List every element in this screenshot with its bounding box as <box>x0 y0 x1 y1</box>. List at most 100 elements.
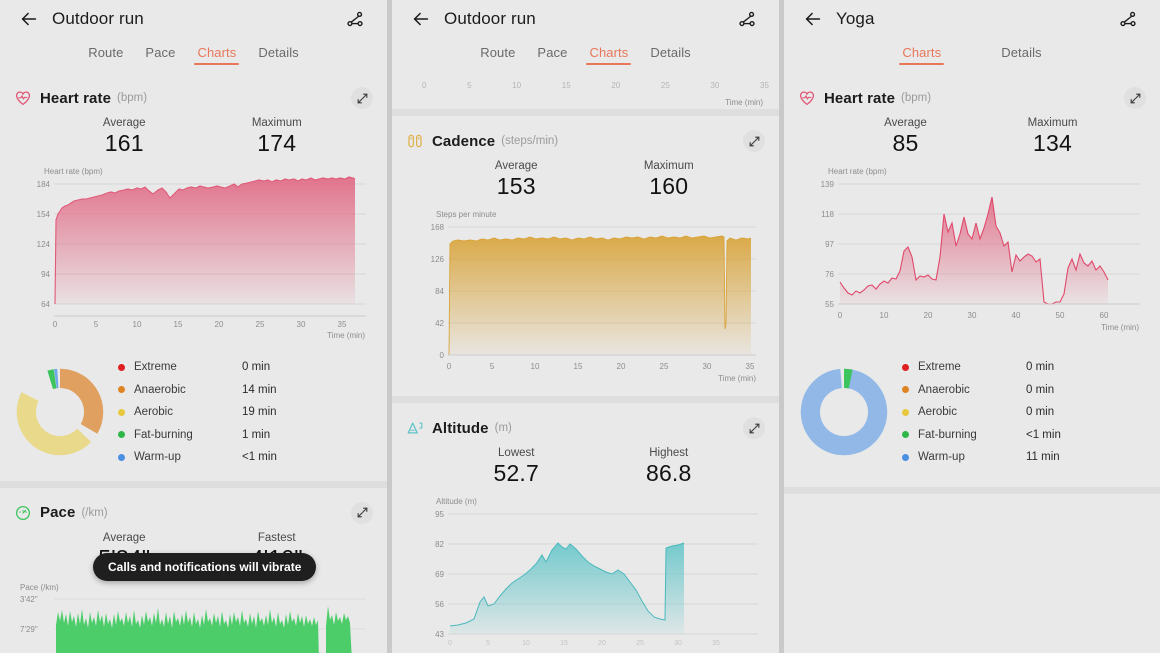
svg-text:35: 35 <box>712 640 720 647</box>
tab-bar[interactable]: Charts Details <box>784 45 1160 73</box>
cadence-footprints-icon <box>406 132 424 150</box>
expand-icon[interactable] <box>351 501 373 524</box>
pace-chart: Pace (/km) 3'42" 7'29" <box>14 582 373 653</box>
legend-row: Warm-up <1 min <box>118 446 379 469</box>
svg-text:84: 84 <box>435 287 444 296</box>
svg-text:35: 35 <box>746 362 755 371</box>
share-icon[interactable] <box>341 5 369 33</box>
altitude-mountain-icon <box>406 419 424 437</box>
expand-icon[interactable] <box>743 130 765 152</box>
expand-icon[interactable] <box>743 417 765 439</box>
page-title: Outdoor run <box>52 9 144 28</box>
tab-pace[interactable]: Pace <box>145 45 175 65</box>
tab-bar[interactable]: Route Pace Charts Details <box>392 45 779 73</box>
cadence-section: Cadence (steps/min) Average 153 Maximum … <box>392 124 779 394</box>
zone-value: 0 min <box>1026 406 1055 419</box>
tab-details[interactable]: Details <box>258 45 298 65</box>
cadence-chart: Steps per minute 168 126 84 42 0 0 5 10 … <box>406 210 765 394</box>
svg-text:124: 124 <box>37 240 51 249</box>
svg-text:15: 15 <box>560 640 568 647</box>
section-divider <box>784 486 1160 494</box>
zone-value: 19 min <box>242 406 277 419</box>
stat-highest: Highest 86.8 <box>593 447 746 487</box>
stat-label: Maximum <box>643 160 694 172</box>
svg-text:139: 139 <box>821 180 835 189</box>
tab-route[interactable]: Route <box>88 45 123 65</box>
stat-value: 161 <box>104 130 144 156</box>
cadence-header: Cadence (steps/min) <box>406 124 765 158</box>
stat-average: Average 153 <box>440 160 593 200</box>
yoga-heart-rate-area-chart: 139 118 97 76 55 0 10 20 30 40 50 60 Time (min… <box>821 180 1140 332</box>
tab-charts[interactable]: Charts <box>586 45 632 65</box>
tick: 0 <box>422 81 427 90</box>
section-divider <box>392 109 779 116</box>
svg-text:20: 20 <box>215 320 224 329</box>
tick: 10 <box>512 81 522 90</box>
share-icon[interactable] <box>733 5 761 33</box>
top-bar: Outdoor run <box>0 0 387 38</box>
back-arrow-icon[interactable] <box>798 4 828 34</box>
altitude-unit: (m) <box>494 422 512 434</box>
svg-text:118: 118 <box>821 210 834 219</box>
svg-text:55: 55 <box>825 300 834 309</box>
zone-color-dot <box>118 431 125 439</box>
tab-pace[interactable]: Pace <box>537 45 567 65</box>
pace-area-chart: Pace (/km) 3'42" 7'29" <box>20 583 366 653</box>
zone-name: Anaerobic <box>918 383 970 396</box>
heart-rate-title: Heart rate <box>824 89 896 107</box>
stat-label: Maximum <box>251 117 302 129</box>
heart-rate-stats: Average 161 Maximum 174 <box>14 117 373 157</box>
svg-text:64: 64 <box>41 300 50 309</box>
svg-text:5: 5 <box>94 320 99 329</box>
stat-value: 52.7 <box>493 460 540 486</box>
heart-rate-chart: Heart rate (bpm) 184 154 124 94 64 0 5 1… <box>14 167 373 346</box>
stat-average: Average 85 <box>832 117 979 157</box>
heart-rate-header: Heart rate (bpm) <box>798 81 1146 115</box>
tab-details[interactable]: Details <box>650 45 690 65</box>
zone-color-dot <box>118 386 125 394</box>
pace-y-top-tick: 3'42" <box>20 595 38 604</box>
pace-unit: (/km) <box>81 506 108 519</box>
heart-rate-area-chart: 184 154 124 94 64 0 5 10 15 20 25 30 35 Time (m… <box>37 176 366 340</box>
heart-rate-title: Heart rate <box>40 89 112 107</box>
back-arrow-icon[interactable] <box>406 4 436 34</box>
tab-details[interactable]: Details <box>1001 45 1041 65</box>
stat-maximum: Maximum 160 <box>593 160 746 200</box>
heart-rate-zones: Extreme 0 min Anaerobic 14 min Aerobic 1… <box>0 356 387 469</box>
zone-value: <1 min <box>242 451 277 464</box>
heart-rate-chart: Heart rate (bpm) 139 118 97 76 55 0 10 2… <box>798 167 1146 346</box>
heart-rate-section: Heart rate (bpm) Average 161 Maximum 174… <box>0 81 387 346</box>
zone-name: Warm-up <box>134 451 181 464</box>
tab-bar[interactable]: Route Pace Charts Details <box>0 45 387 73</box>
svg-text:30: 30 <box>297 320 306 329</box>
pace-header: Pace (/km) <box>14 496 373 530</box>
legend-row: Fat-burning 1 min <box>118 424 379 447</box>
stat-label: Highest <box>649 447 689 459</box>
cadence-unit: (steps/min) <box>501 135 559 147</box>
stat-label: Fastest <box>257 531 296 544</box>
altitude-stats: Lowest 52.7 Highest 86.8 <box>406 447 765 487</box>
stat-label: Lowest <box>498 447 535 459</box>
zone-name: Anaerobic <box>134 383 186 396</box>
altitude-title: Altitude <box>432 419 489 437</box>
svg-text:94: 94 <box>41 270 50 279</box>
zone-value: <1 min <box>1026 428 1061 441</box>
panel-outdoor-run-heart-rate: Outdoor run Route Pace Charts Details He… <box>0 0 387 653</box>
svg-text:0: 0 <box>838 311 843 320</box>
tab-charts[interactable]: Charts <box>899 45 945 65</box>
tab-charts[interactable]: Charts <box>194 45 240 65</box>
tab-route[interactable]: Route <box>480 45 515 65</box>
expand-icon[interactable] <box>1124 87 1146 109</box>
svg-text:15: 15 <box>574 362 583 371</box>
share-icon[interactable] <box>1114 5 1142 33</box>
back-arrow-icon[interactable] <box>14 4 44 34</box>
heart-rate-zones: Extreme 0 min Anaerobic 0 min Aerobic 0 … <box>784 356 1160 469</box>
legend-row: Anaerobic 14 min <box>118 379 379 402</box>
legend-row: Aerobic 19 min <box>118 401 379 424</box>
stat-maximum: Maximum 134 <box>979 117 1126 157</box>
svg-text:56: 56 <box>435 600 444 609</box>
heart-rate-unit: (bpm) <box>901 92 932 104</box>
zone-color-dot <box>118 453 125 461</box>
expand-icon[interactable] <box>351 87 373 109</box>
zone-name: Extreme <box>918 361 961 374</box>
